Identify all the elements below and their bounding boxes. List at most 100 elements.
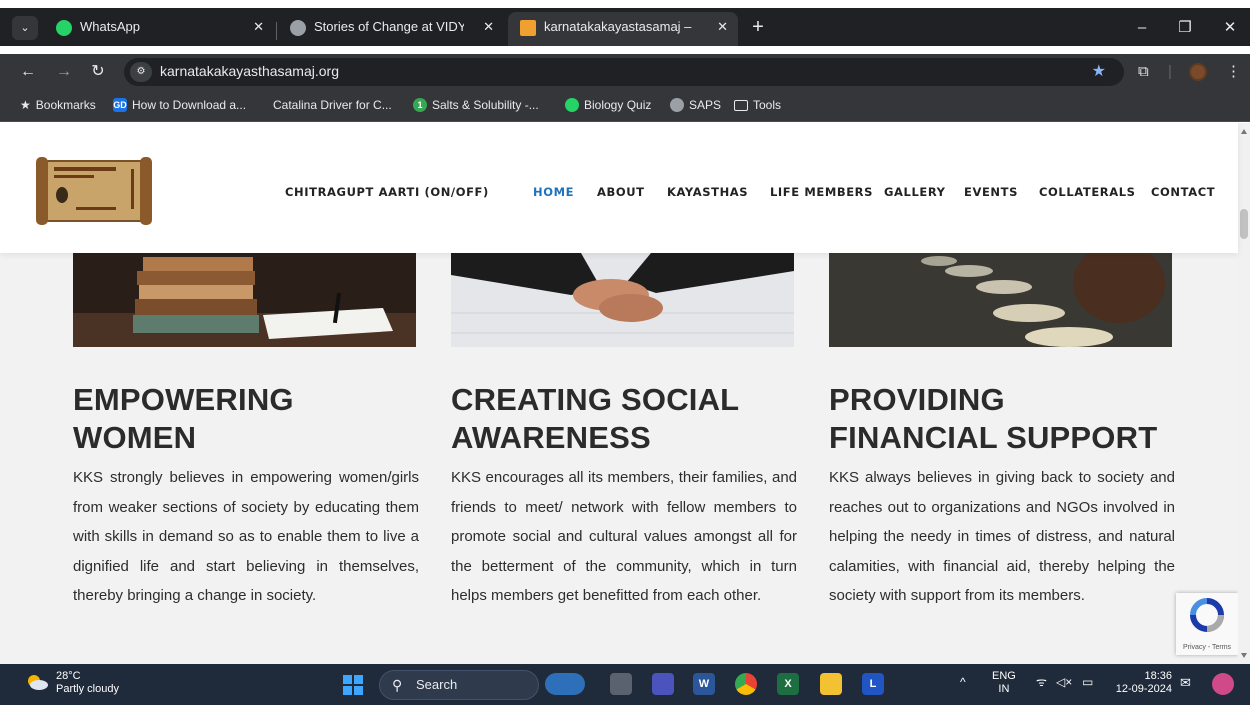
- nav-events[interactable]: EVENTS: [964, 185, 1018, 199]
- bookmark-saps[interactable]: SAPS: [670, 98, 721, 112]
- nav-gallery[interactable]: GALLERY: [884, 185, 946, 199]
- tab-divider: [276, 22, 277, 40]
- section-heading: EMPOWERING WOMEN: [73, 382, 294, 455]
- language-indicator[interactable]: ENG IN: [992, 670, 1016, 696]
- chrome-icon[interactable]: [735, 673, 757, 695]
- start-button[interactable]: [343, 675, 363, 695]
- star-icon: ★: [20, 98, 31, 112]
- bookmark-label: Bookmarks: [35, 98, 96, 112]
- books-image: [73, 253, 416, 347]
- wifi-icon[interactable]: ᯤ: [1036, 676, 1047, 689]
- nav-home[interactable]: HOME: [533, 185, 574, 199]
- copilot-icon[interactable]: [545, 673, 585, 695]
- site-logo[interactable]: [36, 155, 152, 227]
- lang-region: IN: [998, 683, 1010, 695]
- bookmark-biology-quiz[interactable]: Biology Quiz: [565, 98, 651, 112]
- bookmark-star-icon[interactable]: ★: [1092, 61, 1106, 81]
- taskbar-search[interactable]: ⚲ Search: [379, 670, 539, 700]
- section-heading: PROVIDING FINANCIAL SUPPORT: [829, 382, 1158, 455]
- page-viewport: CHITRAGUPT AARTI (ON/OFF) HOME ABOUT KAY…: [0, 123, 1250, 664]
- bookmark-salts-solubility[interactable]: 1 Salts & Solubility -...: [413, 98, 539, 112]
- teams-icon[interactable]: [652, 673, 674, 695]
- page-scrollbar[interactable]: [1238, 123, 1250, 664]
- tab-search-button[interactable]: ⌄: [12, 16, 38, 40]
- volume-icon[interactable]: ◁×: [1056, 676, 1072, 689]
- close-icon[interactable]: ✕: [717, 12, 728, 42]
- search-placeholder: Search: [416, 677, 458, 692]
- profile-avatar[interactable]: [1189, 63, 1207, 81]
- address-field[interactable]: ⚙ karnatakakayasthasamaj.org ★: [124, 58, 1124, 86]
- globe-icon: [290, 20, 306, 36]
- nav-kayasthas[interactable]: KAYASTHAS: [667, 185, 748, 199]
- scroll-thumb[interactable]: [1240, 209, 1248, 239]
- weather-temp: 28°C: [56, 670, 81, 682]
- recaptcha-icon: [1190, 598, 1224, 632]
- nav-life-members[interactable]: LIFE MEMBERS: [770, 185, 873, 199]
- close-icon[interactable]: ✕: [253, 12, 264, 42]
- close-icon[interactable]: ✕: [483, 12, 494, 42]
- task-view-icon[interactable]: [610, 673, 632, 695]
- clock-date: 12-09-2024: [1115, 683, 1172, 695]
- folder-icon: [734, 99, 748, 111]
- tab-title: karnatakakayastasamaj – karna: [544, 19, 694, 34]
- section-body: KKS strongly believes in empowering wome…: [73, 469, 419, 604]
- reload-icon[interactable]: ↻: [86, 60, 110, 84]
- nav-contact[interactable]: CONTACT: [1151, 185, 1215, 199]
- tab-karnataka[interactable]: karnatakakayastasamaj – karna ✕: [508, 12, 738, 46]
- site-info-icon[interactable]: ⚙: [130, 62, 152, 82]
- menu-dots-icon[interactable]: ⋮: [1226, 60, 1241, 84]
- weather-desc: Partly cloudy: [56, 683, 119, 695]
- tab-whatsapp[interactable]: WhatsApp ✕: [44, 12, 274, 46]
- clock[interactable]: 18:36 12-09-2024: [1112, 670, 1172, 696]
- nav-chitragupt-aarti[interactable]: CHITRAGUPT AARTI (ON/OFF): [285, 185, 489, 199]
- forward-icon[interactable]: →: [52, 60, 76, 84]
- window-close-icon[interactable]: ✕: [1210, 16, 1250, 40]
- top-strip: [0, 0, 1250, 8]
- site-header: CHITRAGUPT AARTI (ON/OFF) HOME ABOUT KAY…: [0, 123, 1238, 253]
- nav-about[interactable]: ABOUT: [597, 185, 645, 199]
- recaptcha-links[interactable]: Privacy - Terms: [1176, 644, 1238, 651]
- battery-icon[interactable]: ▭: [1082, 676, 1093, 689]
- scroll-down-icon[interactable]: [1241, 653, 1247, 658]
- bookmark-label: SAPS: [689, 98, 722, 112]
- back-icon[interactable]: ←: [16, 60, 40, 84]
- financial-support-section: PROVIDING FINANCIAL SUPPORT KKS always b…: [829, 381, 1175, 611]
- url-text: karnatakakayasthasamaj.org: [160, 63, 339, 79]
- bookmark-label: Salts & Solubility -...: [432, 98, 539, 112]
- partly-cloudy-icon: [28, 675, 48, 690]
- minimize-icon[interactable]: –: [1122, 16, 1162, 40]
- bookmark-label: Catalina Driver for C...: [273, 98, 392, 112]
- food-plates-image: [829, 253, 1172, 347]
- social-awareness-section: CREATING SOCIAL AWARENESS KKS encourages…: [451, 381, 797, 611]
- excel-icon[interactable]: X: [777, 673, 799, 695]
- tab-strip: ⌄ WhatsApp ✕ Stories of Change at VIDYA …: [0, 8, 1250, 46]
- lang-code: ENG: [992, 670, 1016, 682]
- notification-icon[interactable]: ✉: [1180, 676, 1191, 689]
- tray-chevron-icon[interactable]: ^: [960, 676, 966, 689]
- file-explorer-icon[interactable]: [820, 673, 842, 695]
- tab-title: WhatsApp: [80, 19, 140, 34]
- tab-vidya[interactable]: Stories of Change at VIDYA – Vi ✕: [278, 12, 504, 46]
- section-heading: CREATING SOCIAL AWARENESS: [451, 382, 739, 455]
- bookmark-tools[interactable]: Tools: [734, 98, 781, 112]
- site-favicon-icon: [520, 20, 536, 36]
- recaptcha-badge[interactable]: Privacy - Terms: [1176, 593, 1238, 655]
- app-badge-icon[interactable]: [1212, 673, 1234, 695]
- section-body: KKS always believes in giving back to so…: [829, 469, 1175, 604]
- extensions-icon[interactable]: ⧉: [1138, 60, 1149, 84]
- address-toolbar: ← → ↻ ⚙ karnatakakayasthasamaj.org ★ ⧉ |…: [0, 54, 1250, 90]
- bookmark-how-to-download[interactable]: GD How to Download a...: [113, 98, 246, 112]
- restore-icon[interactable]: ❐: [1165, 16, 1205, 40]
- globe-icon: [670, 98, 684, 112]
- handshake-image: [451, 253, 794, 347]
- bookmark-catalina[interactable]: Catalina Driver for C...: [268, 98, 392, 112]
- app-l-icon[interactable]: L: [862, 673, 884, 695]
- nav-collaterals[interactable]: COLLATERALS: [1039, 185, 1136, 199]
- section-body: KKS encourages all its members, their fa…: [451, 469, 797, 604]
- word-icon[interactable]: W: [693, 673, 715, 695]
- scroll-up-icon[interactable]: [1241, 129, 1247, 134]
- bookmark-label: Tools: [753, 98, 782, 112]
- bookmark-bookmarks[interactable]: ★ Bookmarks: [20, 98, 96, 112]
- search-icon: ⚲: [392, 677, 403, 693]
- new-tab-button[interactable]: +: [746, 16, 770, 40]
